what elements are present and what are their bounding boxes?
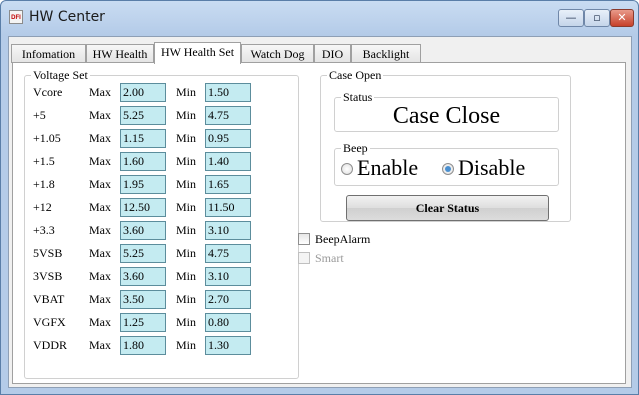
tab-hw-health[interactable]: HW Health bbox=[86, 44, 154, 63]
voltage-name: +3.3 bbox=[33, 223, 55, 237]
case-open-group: Case Open Status Case Close Beep Enable … bbox=[320, 68, 571, 222]
min-value-field[interactable]: 11.50 bbox=[205, 198, 251, 217]
max-label: Max bbox=[89, 223, 111, 237]
min-label: Min bbox=[176, 246, 197, 260]
min-value-field[interactable]: 1.50 bbox=[205, 83, 251, 102]
min-label: Min bbox=[176, 338, 197, 352]
close-button[interactable]: ✕ bbox=[610, 9, 634, 27]
min-label: Min bbox=[176, 177, 197, 191]
case-open-title: Case Open bbox=[327, 68, 384, 82]
title-bar[interactable]: DFI HW Center — ▫ ✕ bbox=[1, 1, 638, 35]
tab-dio[interactable]: DIO bbox=[314, 44, 351, 63]
voltage-name: VGFX bbox=[33, 315, 66, 329]
app-icon: DFI bbox=[9, 10, 23, 24]
beep-title: Beep bbox=[341, 141, 370, 155]
max-label: Max bbox=[89, 269, 111, 283]
min-value-field[interactable]: 1.65 bbox=[205, 175, 251, 194]
client-area: Infomation HW Health HW Health Set Watch… bbox=[8, 36, 632, 388]
min-label: Min bbox=[176, 154, 197, 168]
min-value-field[interactable]: 1.40 bbox=[205, 152, 251, 171]
enable-radio[interactable] bbox=[341, 163, 353, 175]
tab-backlight[interactable]: Backlight bbox=[351, 44, 421, 63]
hw-center-window: DFI HW Center — ▫ ✕ Infomation HW Health… bbox=[0, 0, 639, 395]
min-label: Min bbox=[176, 108, 197, 122]
beep-alarm-label[interactable]: BeepAlarm bbox=[315, 232, 370, 246]
clear-status-button[interactable]: Clear Status bbox=[346, 195, 549, 221]
voltage-name: +1.5 bbox=[33, 154, 55, 168]
minimize-button[interactable]: — bbox=[558, 9, 584, 27]
max-value-field[interactable]: 1.80 bbox=[120, 336, 166, 355]
min-value-field[interactable]: 0.95 bbox=[205, 129, 251, 148]
max-label: Max bbox=[89, 315, 111, 329]
max-value-field[interactable]: 2.00 bbox=[120, 83, 166, 102]
voltage-name: VBAT bbox=[33, 292, 65, 306]
beep-alarm-checkbox[interactable] bbox=[298, 233, 310, 245]
max-label: Max bbox=[89, 154, 111, 168]
min-label: Min bbox=[176, 315, 197, 329]
voltage-name: +1.8 bbox=[33, 177, 55, 191]
tab-watch-dog[interactable]: Watch Dog bbox=[241, 44, 314, 63]
min-value-field[interactable]: 4.75 bbox=[205, 244, 251, 263]
min-value-field[interactable]: 0.80 bbox=[205, 313, 251, 332]
max-value-field[interactable]: 1.25 bbox=[120, 313, 166, 332]
max-value-field[interactable]: 1.95 bbox=[120, 175, 166, 194]
tab-hw-health-set[interactable]: HW Health Set bbox=[154, 42, 241, 64]
min-value-field[interactable]: 2.70 bbox=[205, 290, 251, 309]
smart-label: Smart bbox=[315, 251, 344, 265]
max-label: Max bbox=[89, 200, 111, 214]
voltage-name: +1.05 bbox=[33, 131, 61, 145]
smart-checkbox bbox=[298, 252, 310, 264]
voltage-name: Vcore bbox=[33, 85, 63, 99]
max-label: Max bbox=[89, 85, 111, 99]
voltage-name: VDDR bbox=[33, 338, 68, 352]
max-value-field[interactable]: 5.25 bbox=[120, 244, 166, 263]
min-label: Min bbox=[176, 292, 197, 306]
min-label: Min bbox=[176, 131, 197, 145]
min-value-field[interactable]: 3.10 bbox=[205, 221, 251, 240]
voltage-set-group: Voltage Set Vcore Max 2.00 Min 1.50 +5 Max 5.25… bbox=[24, 68, 299, 379]
voltage-name: 3VSB bbox=[33, 269, 63, 283]
max-label: Max bbox=[89, 177, 111, 191]
max-label: Max bbox=[89, 246, 111, 260]
max-label: Max bbox=[89, 131, 111, 145]
voltage-name: 5VSB bbox=[33, 246, 63, 260]
min-label: Min bbox=[176, 223, 197, 237]
hw-health-set-panel: Voltage Set Vcore Max 2.00 Min 1.50 +5 Max 5.25… bbox=[12, 62, 626, 384]
min-label: Min bbox=[176, 200, 197, 214]
status-group: Status Case Close bbox=[334, 90, 559, 132]
voltage-name: +12 bbox=[33, 200, 52, 214]
tab-infomation[interactable]: Infomation bbox=[11, 44, 86, 63]
max-value-field[interactable]: 5.25 bbox=[120, 106, 166, 125]
maximize-button[interactable]: ▫ bbox=[584, 9, 610, 27]
beep-group: Beep Enable Disable bbox=[334, 141, 559, 186]
max-value-field[interactable]: 3.60 bbox=[120, 267, 166, 286]
min-label: Min bbox=[176, 85, 197, 99]
disable-radio-label[interactable]: Disable bbox=[458, 155, 525, 181]
max-label: Max bbox=[89, 338, 111, 352]
min-value-field[interactable]: 4.75 bbox=[205, 106, 251, 125]
max-value-field[interactable]: 3.50 bbox=[120, 290, 166, 309]
max-label: Max bbox=[89, 108, 111, 122]
voltage-set-title: Voltage Set bbox=[31, 68, 90, 82]
max-value-field[interactable]: 1.15 bbox=[120, 129, 166, 148]
min-label: Min bbox=[176, 269, 197, 283]
min-value-field[interactable]: 1.30 bbox=[205, 336, 251, 355]
max-value-field[interactable]: 12.50 bbox=[120, 198, 166, 217]
enable-radio-label[interactable]: Enable bbox=[357, 155, 418, 181]
window-title: HW Center bbox=[29, 9, 105, 25]
max-value-field[interactable]: 3.60 bbox=[120, 221, 166, 240]
disable-radio[interactable] bbox=[442, 163, 454, 175]
case-status-value: Case Close bbox=[392, 103, 501, 129]
voltage-name: +5 bbox=[33, 108, 46, 122]
min-value-field[interactable]: 3.10 bbox=[205, 267, 251, 286]
max-label: Max bbox=[89, 292, 111, 306]
max-value-field[interactable]: 1.60 bbox=[120, 152, 166, 171]
